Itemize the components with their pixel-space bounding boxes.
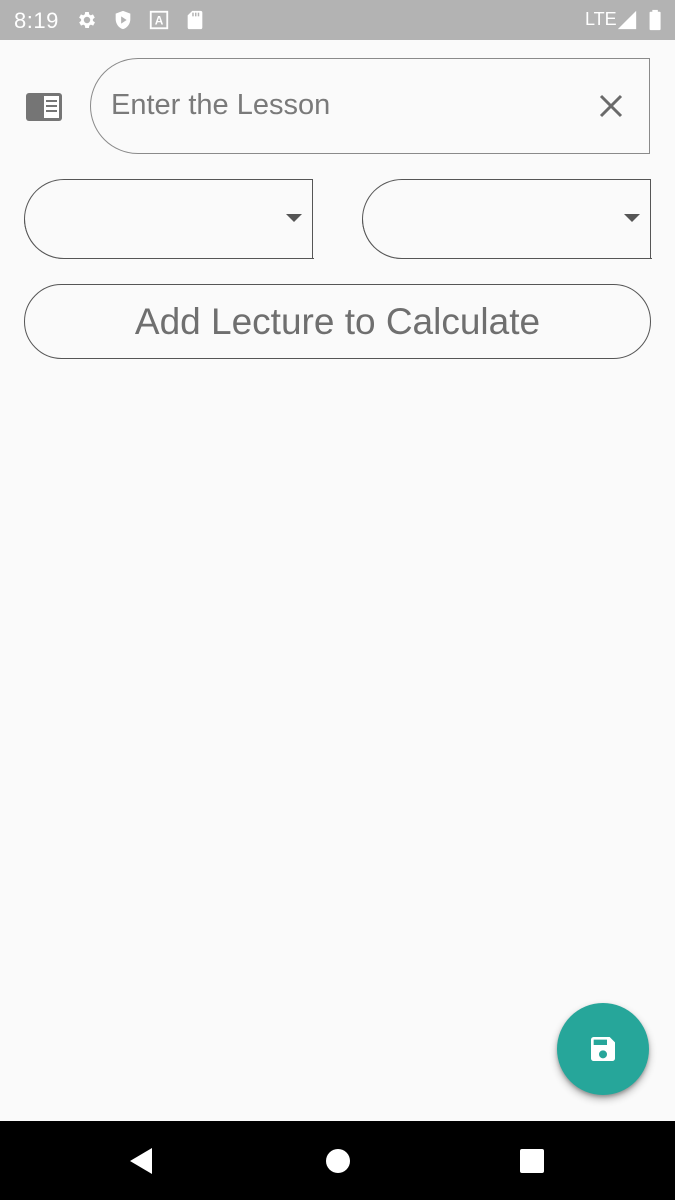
book-list-icon bbox=[26, 93, 62, 121]
lesson-field bbox=[90, 58, 650, 154]
battery-icon bbox=[649, 9, 661, 31]
svg-text:A: A bbox=[155, 14, 164, 28]
add-lecture-button[interactable]: Add Lecture to Calculate bbox=[24, 284, 651, 359]
dropdown-right[interactable] bbox=[361, 179, 652, 259]
dropdown-left[interactable] bbox=[23, 179, 314, 259]
lesson-input[interactable] bbox=[111, 59, 581, 152]
navigation-bar bbox=[0, 1121, 675, 1200]
dropdown-border bbox=[65, 257, 314, 259]
network-label: LTE bbox=[585, 9, 617, 29]
recents-icon[interactable] bbox=[520, 1149, 544, 1173]
dropdown-border bbox=[361, 219, 406, 259]
dropdown-arrow-icon bbox=[286, 214, 302, 222]
status-time: 8:19 bbox=[14, 8, 59, 33]
back-icon[interactable] bbox=[128, 1147, 154, 1175]
dropdown-arrow-icon bbox=[624, 214, 640, 222]
settings-icon bbox=[79, 12, 95, 28]
status-bar: 8:19 A LTE bbox=[0, 0, 675, 40]
save-button[interactable] bbox=[557, 1003, 649, 1095]
sd-card-icon bbox=[187, 10, 203, 30]
signal-icon bbox=[617, 10, 637, 30]
dropdown-border bbox=[403, 257, 652, 259]
close-icon[interactable] bbox=[591, 86, 631, 126]
play-protect-icon bbox=[115, 10, 131, 30]
dropdown-border bbox=[23, 219, 68, 259]
home-icon[interactable] bbox=[326, 1149, 350, 1173]
save-icon bbox=[591, 1037, 615, 1061]
font-a-icon: A bbox=[149, 10, 169, 30]
